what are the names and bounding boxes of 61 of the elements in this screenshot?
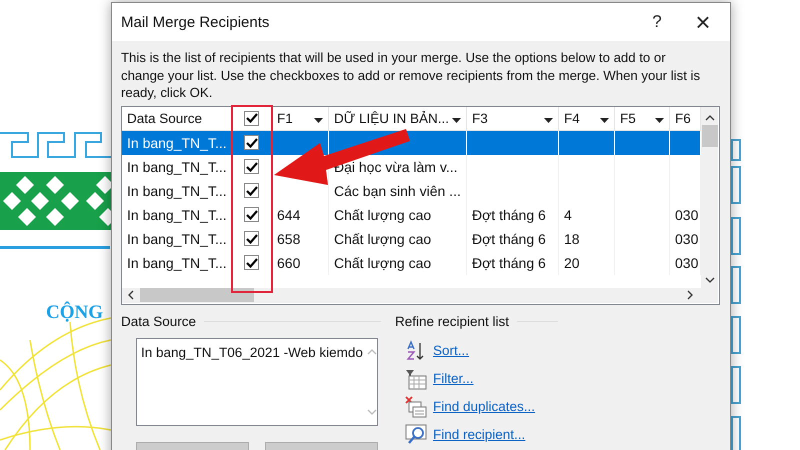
table-cell: In bang_TN_T...: [127, 254, 227, 270]
description-text: This is the list of recipients that will be used in your merge. Use the options below to add to or change your list. Use the checkboxes to add or remove recipients from the merge. When your list is ready, click OK.: [121, 49, 702, 102]
table-cell: 20: [564, 254, 580, 270]
table-cell: 4: [564, 206, 572, 222]
caret-icon: [655, 118, 664, 122]
group-label: Refine recipient list: [395, 314, 510, 329]
table-cell: Các bạn sinh viên ...: [334, 182, 461, 198]
table-cell: 644: [277, 206, 300, 222]
checkbox[interactable]: [244, 183, 259, 198]
table-cell: In bang_TN_T...: [127, 134, 227, 150]
table-row[interactable]: In bang_TN_T... 658 Chất lượng cao Đợt tháng 6 18 030: [122, 226, 701, 250]
table-cell: In bang_TN_T...: [127, 158, 227, 174]
window-title: Mail Merge Recipients: [121, 14, 270, 30]
table-row[interactable]: In bang_TN_T... 660 Chất lượng cao Đợt tháng 6 20 030: [122, 250, 701, 274]
table-cell: Chất lượng cao: [334, 230, 432, 246]
scroll-up-icon[interactable]: [704, 114, 714, 120]
caret-icon: [600, 118, 609, 122]
data-source-list[interactable]: In bang_TN_T06_2021 -Web kiemdo: [136, 338, 378, 426]
filter-icon: [405, 368, 427, 390]
vertical-scrollbar[interactable]: [701, 106, 718, 302]
table-cell: 030: [675, 230, 698, 246]
checkbox[interactable]: [244, 207, 259, 222]
refine-link[interactable]: Filter...: [433, 371, 474, 386]
scroll-right-icon[interactable]: [687, 290, 693, 300]
table-cell: Đợt tháng 6: [472, 254, 546, 270]
caret-icon: [314, 118, 323, 122]
table-cell: 030: [675, 254, 698, 270]
caret-icon: [544, 118, 553, 122]
scroll-thumb[interactable]: [702, 124, 718, 146]
checkbox[interactable]: [244, 135, 259, 150]
table-cell: 030: [675, 206, 698, 222]
checkbox[interactable]: [244, 231, 259, 246]
table-cell: 658: [277, 230, 300, 246]
table-row[interactable]: In bang_TN_T... 644 Chất lượng cao Đợt tháng 6 4 030: [122, 202, 701, 226]
group-label: Data Source: [121, 314, 196, 329]
table-cell: Đợt tháng 6: [472, 206, 546, 222]
caret-icon: [452, 118, 461, 122]
table-cell: In bang_TN_T...: [127, 182, 227, 198]
table-cell: Đợt tháng 6: [472, 230, 546, 246]
checkbox[interactable]: [244, 110, 259, 126]
table-cell: Chất lượng cao: [334, 254, 432, 270]
checkbox[interactable]: [244, 159, 259, 174]
duplicates-icon: [405, 396, 427, 418]
list-item[interactable]: In bang_TN_T06_2021 -Web kiemdo: [141, 344, 363, 360]
scroll-down-icon[interactable]: [704, 276, 714, 282]
help-button[interactable]: ?: [634, 3, 680, 41]
table-cell: 18: [564, 230, 580, 246]
table-cell: Chất lượng cao: [334, 206, 432, 222]
table-cell: In bang_TN_T...: [127, 230, 227, 246]
document-heading: CỘNG: [46, 302, 103, 324]
table-cell: 660: [277, 254, 300, 270]
close-button[interactable]: ×: [680, 3, 726, 41]
checkbox[interactable]: [244, 255, 259, 270]
scroll-thumb[interactable]: [140, 288, 254, 302]
refine-link[interactable]: Sort...: [433, 343, 470, 358]
search-icon: [405, 424, 427, 446]
scroll-left-icon[interactable]: [128, 290, 134, 300]
refine-link[interactable]: Find duplicates...: [433, 399, 536, 414]
table-cell: In bang_TN_T...: [127, 206, 227, 222]
refine-link[interactable]: Find recipient...: [433, 427, 526, 442]
horizontal-scrollbar[interactable]: [122, 288, 701, 302]
